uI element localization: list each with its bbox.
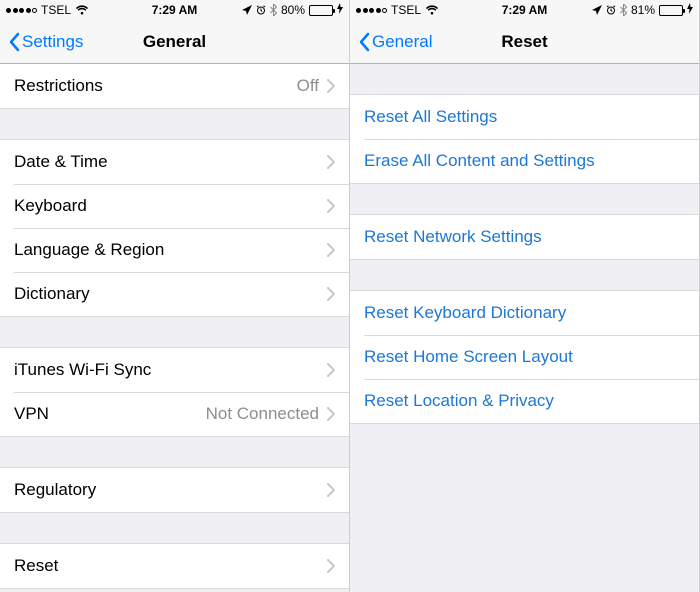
group-gap [0,513,349,543]
row-erase-all-content[interactable]: Erase All Content and Settings [350,139,699,183]
row-reset-all-settings[interactable]: Reset All Settings [350,95,699,139]
group-reset-network: Reset Network Settings [350,214,699,260]
panel-reset: TSEL 7:29 AM 81% [350,0,700,592]
alarm-icon [606,5,616,15]
status-left: TSEL [6,3,89,17]
group-gap [0,109,349,139]
chevron-right-icon [327,559,335,573]
row-value: Not Connected [206,404,319,424]
row-label: Regulatory [14,480,327,500]
status-right: 80% [242,3,343,17]
signal-dots-icon [6,8,37,13]
row-label: VPN [14,404,206,424]
row-reset-keyboard-dictionary[interactable]: Reset Keyboard Dictionary [350,291,699,335]
row-keyboard[interactable]: Keyboard [0,184,349,228]
battery-percent: 80% [281,3,305,17]
row-label: Reset All Settings [364,107,685,127]
row-label: Reset [14,556,327,576]
row-reset-location-privacy[interactable]: Reset Location & Privacy [350,379,699,423]
row-label: Reset Keyboard Dictionary [364,303,685,323]
row-reset-home-screen-layout[interactable]: Reset Home Screen Layout [350,335,699,379]
row-language-region[interactable]: Language & Region [0,228,349,272]
chevron-right-icon [327,243,335,257]
chevron-left-icon [8,32,20,52]
row-dictionary[interactable]: Dictionary [0,272,349,316]
status-right: 81% [592,3,693,17]
battery-icon [659,5,683,16]
chevron-right-icon [327,199,335,213]
group-reset-all: Reset All Settings Erase All Content and… [350,94,699,184]
row-label: Reset Network Settings [364,227,685,247]
chevron-right-icon [327,79,335,93]
group-restrictions: Restrictions Off [0,64,349,109]
row-restrictions[interactable]: Restrictions Off [0,64,349,108]
panel-general: TSEL 7:29 AM 80% [0,0,350,592]
row-label: Reset Location & Privacy [364,391,685,411]
row-label: Dictionary [14,284,327,304]
signal-dots-icon [356,8,387,13]
wifi-icon [75,5,89,15]
row-label: Erase All Content and Settings [364,151,685,171]
row-label: Reset Home Screen Layout [364,347,685,367]
back-button-general[interactable]: General [358,32,432,52]
chevron-right-icon [327,483,335,497]
location-arrow-icon [592,5,602,15]
row-itunes-wifi-sync[interactable]: iTunes Wi-Fi Sync [0,348,349,392]
row-label: Date & Time [14,152,327,172]
row-value: Off [297,76,319,96]
battery-percent: 81% [631,3,655,17]
status-bar: TSEL 7:29 AM 80% [0,0,349,20]
group-regulatory: Regulatory [0,467,349,513]
status-left: TSEL [356,3,439,17]
row-label: Language & Region [14,240,327,260]
group-reset: Reset [0,543,349,589]
bluetooth-icon [620,4,627,16]
row-date-time[interactable]: Date & Time [0,140,349,184]
back-button-settings[interactable]: Settings [8,32,83,52]
bluetooth-icon [270,4,277,16]
carrier-label: TSEL [41,3,71,17]
status-bar: TSEL 7:29 AM 81% [350,0,699,20]
battery-icon [309,5,333,16]
group-gap [0,317,349,347]
charging-icon [337,3,343,17]
wifi-icon [425,5,439,15]
row-regulatory[interactable]: Regulatory [0,468,349,512]
chevron-right-icon [327,407,335,421]
group-reset-misc: Reset Keyboard Dictionary Reset Home Scr… [350,290,699,424]
row-label: Restrictions [14,76,297,96]
location-arrow-icon [242,5,252,15]
charging-icon [687,3,693,17]
chevron-right-icon [327,287,335,301]
group-gap [350,184,699,214]
row-vpn[interactable]: VPN Not Connected [0,392,349,436]
row-reset[interactable]: Reset [0,544,349,588]
back-label: Settings [22,32,83,52]
back-label: General [372,32,432,52]
row-label: Keyboard [14,196,327,216]
group-sync: iTunes Wi-Fi Sync VPN Not Connected [0,347,349,437]
carrier-label: TSEL [391,3,421,17]
alarm-icon [256,5,266,15]
chevron-right-icon [327,155,335,169]
row-reset-network-settings[interactable]: Reset Network Settings [350,215,699,259]
chevron-right-icon [327,363,335,377]
group-locale: Date & Time Keyboard Language & Region D… [0,139,349,317]
nav-bar: General Reset [350,20,699,64]
group-gap [0,437,349,467]
group-gap [350,260,699,290]
row-label: iTunes Wi-Fi Sync [14,360,327,380]
chevron-left-icon [358,32,370,52]
group-gap [350,64,699,94]
nav-bar: Settings General [0,20,349,64]
